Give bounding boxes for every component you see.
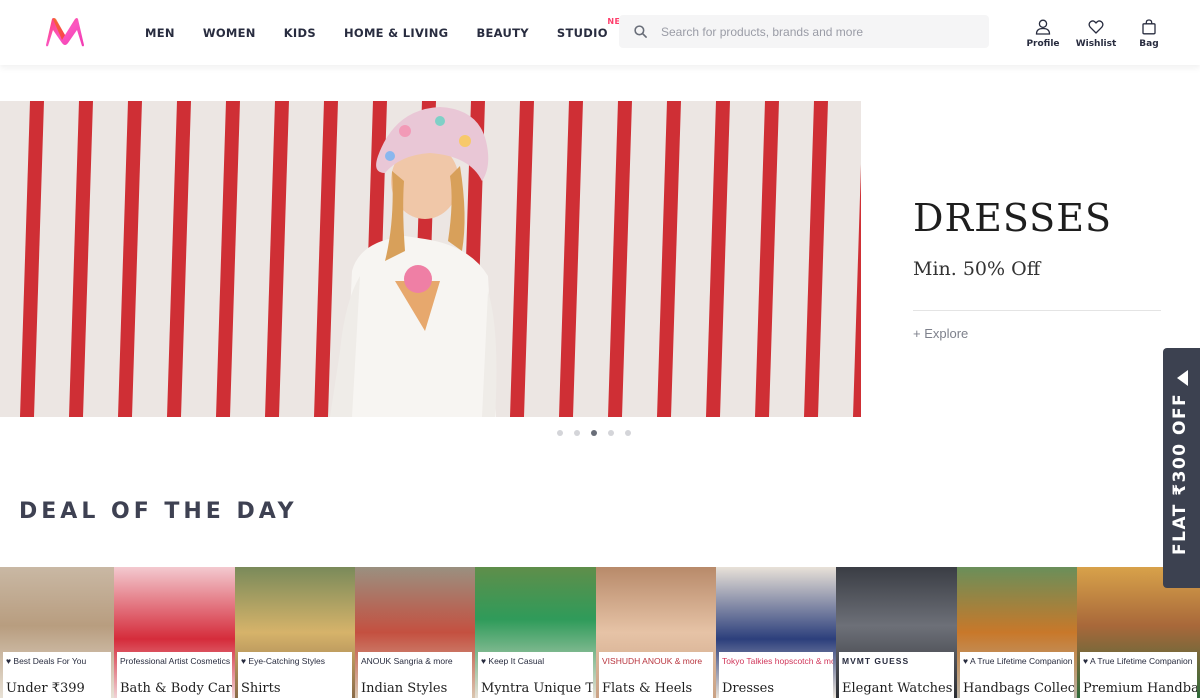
- nav-women[interactable]: WOMEN: [203, 26, 256, 40]
- card-panel: MVMT GUESS Elegant Watches: [839, 652, 954, 698]
- card-title: Myntra Unique T-Shirts: [481, 681, 593, 696]
- arrow-left-icon: [1177, 370, 1188, 386]
- deal-card[interactable]: Professional Artist Cosmetics Bath & Body…: [114, 567, 235, 698]
- card-title: Flats & Heels: [602, 681, 693, 696]
- nav-home-living[interactable]: HOME & LIVING: [344, 26, 449, 40]
- hero-subtitle: Min. 50% Off: [913, 258, 1041, 280]
- card-title: Handbags Collection: [963, 681, 1074, 696]
- section-title: DEAL OF THE DAY: [19, 499, 298, 524]
- hero-banner-image[interactable]: [0, 101, 861, 417]
- card-brand: ♥ Best Deals For You: [6, 656, 87, 666]
- wishlist-button[interactable]: Wishlist: [1071, 19, 1121, 49]
- card-title: Dresses: [722, 681, 775, 696]
- hero-photo: [0, 101, 861, 417]
- card-panel: Tokyo Talkies hopscotch & more Dresses: [719, 652, 833, 698]
- carousel-dot[interactable]: [608, 430, 614, 436]
- card-brand: Tokyo Talkies hopscotch & more: [722, 656, 833, 666]
- carousel-dot[interactable]: [574, 430, 580, 436]
- card-panel: ANOUK Sangria & more Indian Styles: [358, 652, 472, 698]
- profile-label: Profile: [1026, 39, 1060, 49]
- card-brand: ♥ A True Lifetime Companion: [963, 656, 1073, 666]
- header-actions: Profile Wishlist Bag: [1018, 19, 1177, 49]
- myntra-logo[interactable]: [44, 16, 86, 48]
- profile-icon: [1035, 19, 1051, 35]
- card-title: Shirts: [241, 681, 281, 696]
- card-panel: ♥ Eye-Catching Styles Shirts: [238, 652, 352, 698]
- explore-link[interactable]: + Explore: [913, 326, 1161, 341]
- deal-card[interactable]: ♥ Keep It Casual Myntra Unique T-Shirts: [475, 567, 596, 698]
- carousel-dot[interactable]: [625, 430, 631, 436]
- card-panel: ♥ Keep It Casual Myntra Unique T-Shirts: [478, 652, 593, 698]
- heart-icon: [1088, 20, 1104, 34]
- search-bar: [619, 15, 989, 48]
- flat-offer-tab[interactable]: FLAT ₹300 OFF: [1163, 348, 1200, 588]
- deal-card[interactable]: Tokyo Talkies hopscotch & more Dresses: [716, 567, 836, 698]
- deal-card[interactable]: VISHUDH ANOUK & more Flats & Heels: [596, 567, 716, 698]
- bag-button[interactable]: Bag: [1124, 19, 1174, 49]
- card-panel: Professional Artist Cosmetics Bath & Body…: [117, 652, 232, 698]
- deal-card[interactable]: ♥ A True Lifetime Companion Handbags Coll…: [957, 567, 1077, 698]
- hero-text: DRESSES Min. 50% Off + Explore: [913, 196, 1161, 341]
- card-title: Premium Handbags: [1083, 681, 1197, 696]
- bag-label: Bag: [1139, 39, 1159, 49]
- main-nav: MEN WOMEN KIDS HOME & LIVING BEAUTY STUD…: [145, 0, 636, 65]
- profile-button[interactable]: Profile: [1018, 19, 1068, 49]
- search-input[interactable]: [661, 24, 961, 39]
- card-brand: ♥ Eye-Catching Styles: [241, 656, 325, 666]
- header: MEN WOMEN KIDS HOME & LIVING BEAUTY STUD…: [0, 0, 1200, 65]
- card-panel: ♥ A True Lifetime Companion Handbags Coll…: [960, 652, 1074, 698]
- card-brand: ANOUK Sangria & more: [361, 656, 453, 666]
- card-brand: ♥ Keep It Casual: [481, 656, 545, 666]
- bag-icon: [1142, 19, 1156, 35]
- card-panel: VISHUDH ANOUK & more Flats & Heels: [599, 652, 713, 698]
- nav-beauty[interactable]: BEAUTY: [476, 26, 528, 40]
- card-brand: Professional Artist Cosmetics: [120, 656, 231, 666]
- deal-cards: ♥ Best Deals For You Under ₹399 Professio…: [0, 567, 1200, 698]
- card-panel: ♥ Best Deals For You Under ₹399: [3, 652, 111, 698]
- carousel-dot[interactable]: [591, 430, 597, 436]
- hero-title: DRESSES: [913, 196, 1112, 240]
- carousel-dot[interactable]: [557, 430, 563, 436]
- card-title: Elegant Watches: [842, 681, 953, 696]
- card-brand: VISHUDH ANOUK & more: [602, 656, 703, 666]
- card-panel: ♥ A True Lifetime Companion Premium Handb…: [1080, 652, 1197, 698]
- card-brand: ♥ A True Lifetime Companion: [1083, 656, 1193, 666]
- nav-kids[interactable]: KIDS: [284, 26, 316, 40]
- carousel-dots: [557, 430, 642, 436]
- search-icon[interactable]: [619, 25, 661, 38]
- deal-card[interactable]: ANOUK Sangria & more Indian Styles: [355, 567, 475, 698]
- card-title: Under ₹399: [6, 681, 85, 696]
- deal-card[interactable]: MVMT GUESS Elegant Watches: [836, 567, 957, 698]
- nav-studio[interactable]: STUDIONEW: [557, 17, 629, 40]
- deal-card[interactable]: ♥ Eye-Catching Styles Shirts: [235, 567, 355, 698]
- offer-label: FLAT ₹300 OFF: [1170, 392, 1190, 555]
- card-title: Indian Styles: [361, 681, 448, 696]
- nav-men[interactable]: MEN: [145, 26, 175, 40]
- divider: [913, 310, 1161, 311]
- wishlist-label: Wishlist: [1075, 39, 1117, 49]
- card-brand: MVMT GUESS: [842, 656, 910, 666]
- card-title: Bath & Body Care: [120, 681, 232, 696]
- deal-card[interactable]: ♥ Best Deals For You Under ₹399: [0, 567, 114, 698]
